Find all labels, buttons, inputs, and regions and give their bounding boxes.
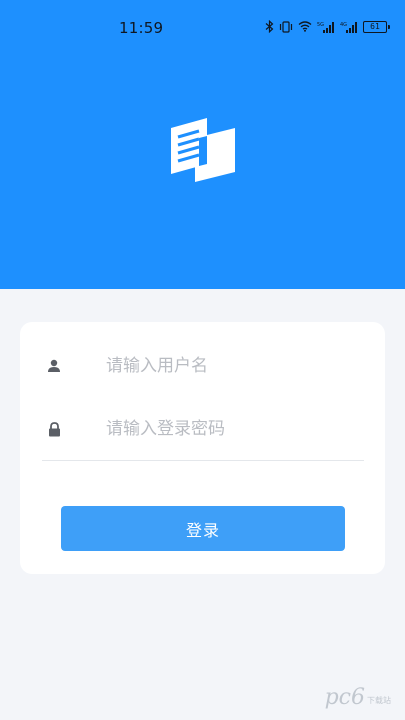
lock-icon (44, 419, 64, 439)
cellular-signal-4g-icon: 4G (340, 21, 357, 33)
status-icons: 5G 4G 61 (265, 20, 390, 33)
username-field (42, 346, 362, 386)
username-input[interactable] (106, 351, 356, 381)
user-icon (44, 356, 64, 376)
login-card: 登录 (20, 322, 385, 574)
watermark-text: pc6 (324, 685, 365, 710)
document-logo-icon (171, 118, 235, 182)
password-field (42, 409, 362, 449)
field-divider (42, 460, 364, 461)
login-screen: 11:59 5G 4G 61 请输入用户名 登录 pc6 下载站 (0, 0, 405, 720)
login-button[interactable]: 登录 (61, 506, 345, 551)
status-bar: 11:59 5G 4G 61 (0, 0, 405, 60)
cellular-signal-5g-icon: 5G (317, 21, 334, 33)
header-banner: 11:59 5G 4G 61 (0, 0, 405, 289)
svg-text:5G: 5G (317, 22, 324, 28)
watermark-subtext: 下载站 (367, 696, 391, 705)
battery-icon: 61 (363, 20, 390, 33)
battery-level: 61 (370, 21, 380, 31)
status-time: 11:59 (119, 19, 164, 37)
svg-text:4G: 4G (340, 22, 347, 28)
password-input[interactable] (106, 414, 356, 444)
watermark-logo: pc6 下载站 (325, 685, 391, 710)
bluetooth-icon (265, 20, 274, 33)
wifi-icon (298, 21, 312, 32)
vibrate-icon (279, 20, 293, 33)
